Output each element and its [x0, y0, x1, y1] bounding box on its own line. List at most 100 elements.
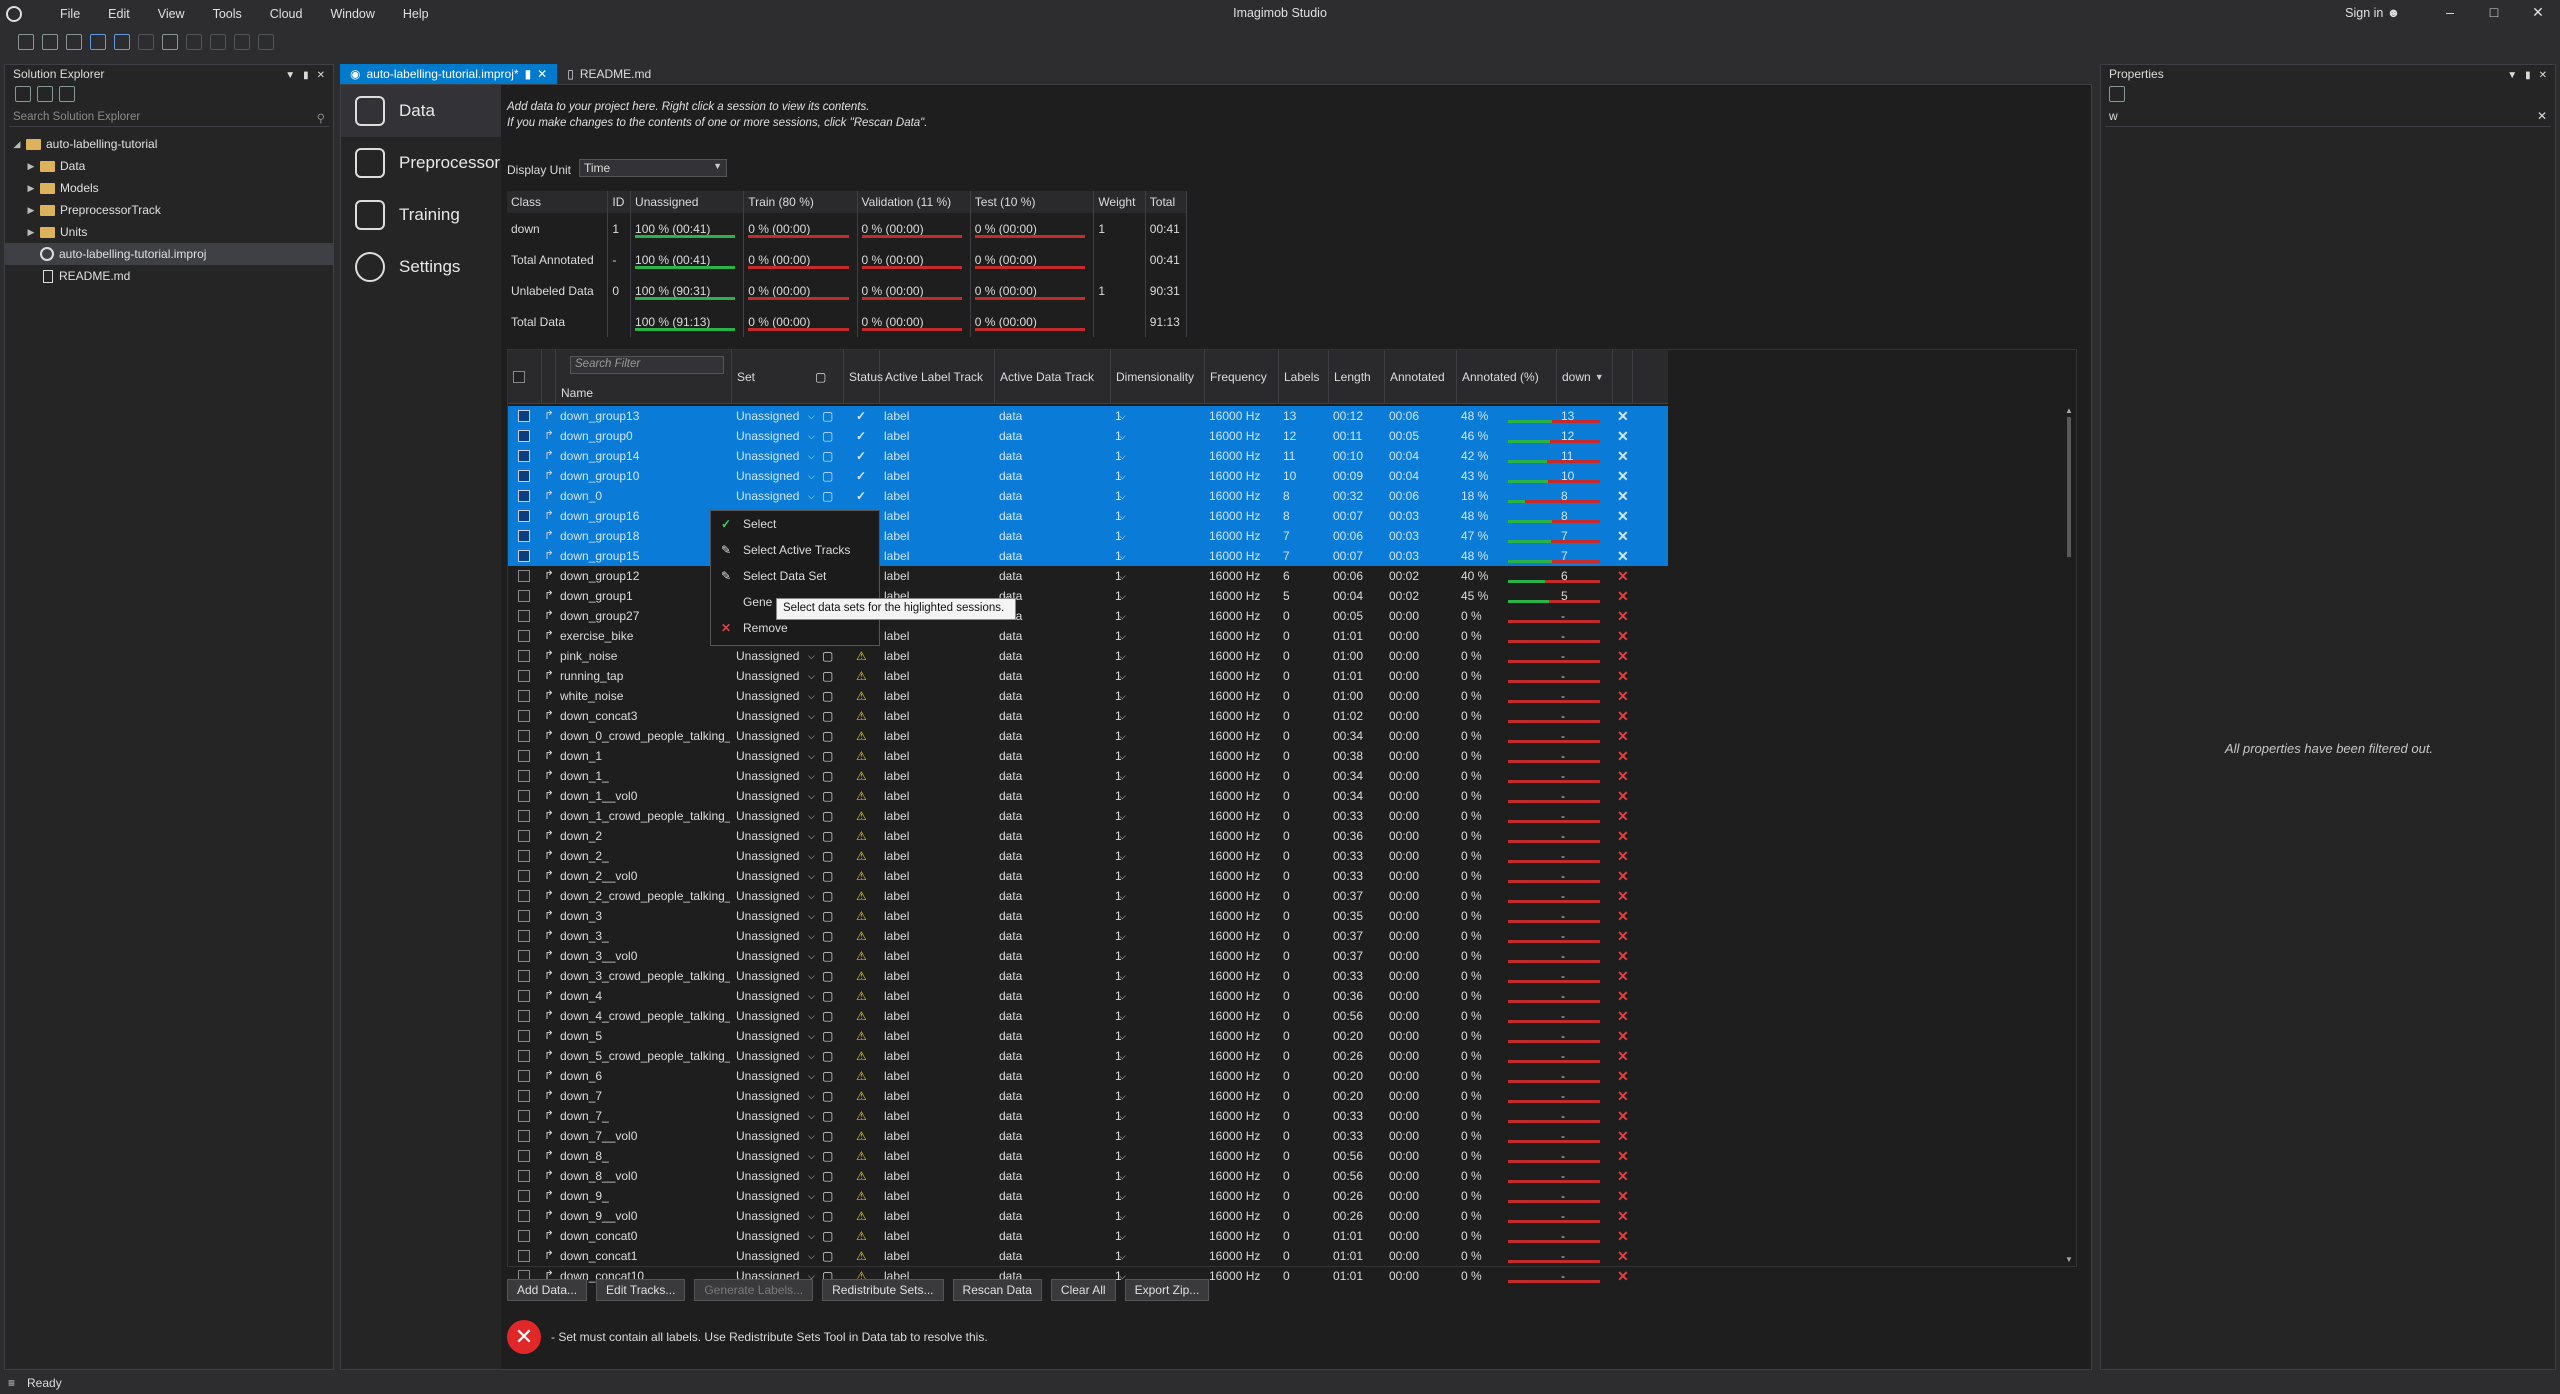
- cell-label[interactable]: label: [884, 1086, 974, 1106]
- chevron-down-icon[interactable]: ⌵: [1004, 406, 1011, 426]
- cell-label[interactable]: label: [884, 886, 974, 906]
- tree-item-models[interactable]: ▶ Models: [5, 177, 333, 199]
- unlock-icon[interactable]: ▢: [822, 886, 833, 906]
- chevron-down-icon[interactable]: ⌵: [1119, 886, 1126, 906]
- unlock-icon[interactable]: ▢: [822, 1206, 833, 1226]
- pin-icon[interactable]: ▮: [525, 67, 532, 81]
- unlock-icon[interactable]: ▢: [822, 1006, 833, 1026]
- cell-set[interactable]: Unassigned: [736, 886, 816, 906]
- nav-settings[interactable]: Settings: [341, 241, 501, 293]
- unlock-icon[interactable]: ▢: [822, 426, 833, 446]
- save-icon[interactable]: [90, 34, 106, 50]
- remove-row-icon[interactable]: ✕: [1617, 846, 1629, 866]
- cell-label[interactable]: label: [884, 486, 974, 506]
- cell-label[interactable]: label: [884, 446, 974, 466]
- unlock-icon[interactable]: ▢: [822, 1046, 833, 1066]
- chevron-down-icon[interactable]: ⌵: [1119, 646, 1126, 666]
- cell-data[interactable]: data: [999, 826, 1089, 846]
- cell-set[interactable]: Unassigned: [736, 706, 816, 726]
- unlock-icon[interactable]: ▢: [822, 1146, 833, 1166]
- chevron-down-icon[interactable]: ⌵: [808, 826, 815, 846]
- cell-set[interactable]: Unassigned: [736, 446, 816, 466]
- cell-data[interactable]: data: [999, 946, 1089, 966]
- unlock-icon[interactable]: ▢: [822, 746, 833, 766]
- cell-set[interactable]: Unassigned: [736, 1166, 816, 1186]
- remove-row-icon[interactable]: ✕: [1617, 966, 1629, 986]
- cell-set[interactable]: Unassigned: [736, 786, 816, 806]
- cell-set[interactable]: Unassigned: [736, 966, 816, 986]
- remove-row-icon[interactable]: ✕: [1617, 926, 1629, 946]
- chevron-down-icon[interactable]: ⌵: [1004, 706, 1011, 726]
- chevron-down-icon[interactable]: ⌵: [1119, 686, 1126, 706]
- cell-label[interactable]: label: [884, 946, 974, 966]
- chevron-down-icon[interactable]: ⌵: [1119, 1226, 1126, 1246]
- grid-header-annotated[interactable]: Annotated: [1385, 350, 1457, 404]
- chevron-down-icon[interactable]: ⌵: [1004, 826, 1011, 846]
- cut-icon[interactable]: [138, 34, 154, 50]
- chevron-down-icon[interactable]: ⌵: [808, 1086, 815, 1106]
- chevron-down-icon[interactable]: ⌵: [808, 1006, 815, 1026]
- save-all-icon[interactable]: [114, 34, 130, 50]
- table-row[interactable]: ↱ down_1_crowd_people_talking_0 Unassigned…: [508, 806, 1668, 826]
- cell-label[interactable]: label: [884, 986, 974, 1006]
- cell-label[interactable]: label: [884, 1046, 974, 1066]
- cell-set[interactable]: Unassigned: [736, 746, 816, 766]
- chevron-down-icon[interactable]: ⌵: [1004, 986, 1011, 1006]
- chevron-down-icon[interactable]: ◢: [11, 139, 23, 150]
- chevron-down-icon[interactable]: ⌵: [1119, 826, 1126, 846]
- cell-data[interactable]: data: [999, 1126, 1089, 1146]
- row-checkbox[interactable]: [518, 1090, 530, 1102]
- table-row[interactable]: ↱ down_8__vol0 Unassigned label data 1 16000 H…: [508, 1166, 1668, 1186]
- chevron-right-icon[interactable]: ▶: [25, 183, 37, 194]
- unlock-icon[interactable]: ▢: [822, 1246, 833, 1266]
- cell-set[interactable]: Unassigned: [736, 946, 816, 966]
- nav-training[interactable]: Training: [341, 189, 501, 241]
- cell-set[interactable]: Unassigned: [736, 646, 816, 666]
- chevron-down-icon[interactable]: ⌵: [1004, 486, 1011, 506]
- chevron-down-icon[interactable]: ⌵: [1004, 1226, 1011, 1246]
- chevron-down-icon[interactable]: ⌵: [1004, 1106, 1011, 1126]
- remove-row-icon[interactable]: ✕: [1617, 746, 1629, 766]
- categorized-icon[interactable]: [2109, 86, 2125, 102]
- cell-data[interactable]: data: [999, 746, 1089, 766]
- row-checkbox[interactable]: [518, 1110, 530, 1122]
- remove-row-icon[interactable]: ✕: [1617, 1066, 1629, 1086]
- grid-header-frequency[interactable]: Frequency: [1205, 350, 1279, 404]
- grid-header-annotated-pct[interactable]: Annotated (%): [1457, 350, 1557, 404]
- chevron-down-icon[interactable]: ⌵: [1119, 526, 1126, 546]
- table-row[interactable]: ↱ down_3 Unassigned label data 1 16000 Hz 0 00:3…: [508, 906, 1668, 926]
- table-row[interactable]: ↱ down_0 Unassigned label data 1 16000 Hz 8 00:3…: [508, 486, 1668, 506]
- cell-data[interactable]: data: [999, 1026, 1089, 1046]
- cell-label[interactable]: label: [884, 666, 974, 686]
- chevron-down-icon[interactable]: ⌵: [808, 746, 815, 766]
- table-row[interactable]: ↱down_group27Unassignedlabeldata116000 H…: [508, 606, 1668, 626]
- chevron-down-icon[interactable]: ⌵: [808, 1126, 815, 1146]
- cell-label[interactable]: label: [884, 1226, 974, 1246]
- sync-icon[interactable]: [37, 86, 53, 102]
- row-checkbox[interactable]: [518, 1250, 530, 1262]
- row-checkbox[interactable]: [518, 790, 530, 802]
- chevron-down-icon[interactable]: ⌵: [1004, 686, 1011, 706]
- chevron-down-icon[interactable]: ⌵: [808, 766, 815, 786]
- cell-data[interactable]: data: [999, 566, 1089, 586]
- unlock-icon[interactable]: ▢: [822, 1066, 833, 1086]
- table-row[interactable]: ↱ running_tap Unassigned label data 1 16000 Hz…: [508, 666, 1668, 686]
- cell-data[interactable]: data: [999, 1226, 1089, 1246]
- cell-label[interactable]: label: [884, 926, 974, 946]
- cell-label[interactable]: label: [884, 1206, 974, 1226]
- cell-set[interactable]: Unassigned: [736, 846, 816, 866]
- chevron-down-icon[interactable]: ⌵: [1119, 426, 1126, 446]
- chevron-down-icon[interactable]: ⌵: [1004, 1026, 1011, 1046]
- chevron-down-icon[interactable]: ⌵: [1119, 506, 1126, 526]
- chevron-down-icon[interactable]: ⌵: [1119, 586, 1126, 606]
- remove-row-icon[interactable]: ✕: [1617, 1006, 1629, 1026]
- maximize-button[interactable]: □: [2484, 4, 2504, 20]
- cell-data[interactable]: data: [999, 486, 1089, 506]
- chevron-down-icon[interactable]: ⌵: [1119, 966, 1126, 986]
- remove-row-icon[interactable]: ✕: [1617, 1226, 1629, 1246]
- chevron-down-icon[interactable]: ⌵: [1004, 1206, 1011, 1226]
- chevron-down-icon[interactable]: ⌵: [1004, 506, 1011, 526]
- cell-label[interactable]: label: [884, 786, 974, 806]
- unlock-icon[interactable]: ▢: [822, 1166, 833, 1186]
- unlock-icon[interactable]: ▢: [822, 466, 833, 486]
